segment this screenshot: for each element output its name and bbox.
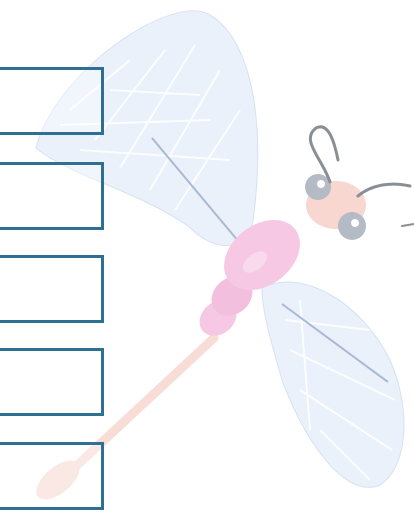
answer-box-4[interactable]	[0, 348, 104, 416]
worksheet-canvas	[0, 0, 414, 516]
answer-box-3[interactable]	[0, 255, 104, 323]
answer-box-2[interactable]	[0, 162, 104, 230]
answer-box-1[interactable]	[0, 67, 104, 135]
eye-right-highlight	[351, 219, 359, 227]
lower-wing	[261, 281, 405, 488]
eye-right	[338, 212, 366, 240]
antenna-right-tip	[401, 223, 414, 227]
eye-left-highlight	[317, 180, 325, 188]
antenna-right	[356, 182, 412, 198]
answer-box-5[interactable]	[0, 442, 104, 510]
antenna-left	[308, 125, 340, 184]
